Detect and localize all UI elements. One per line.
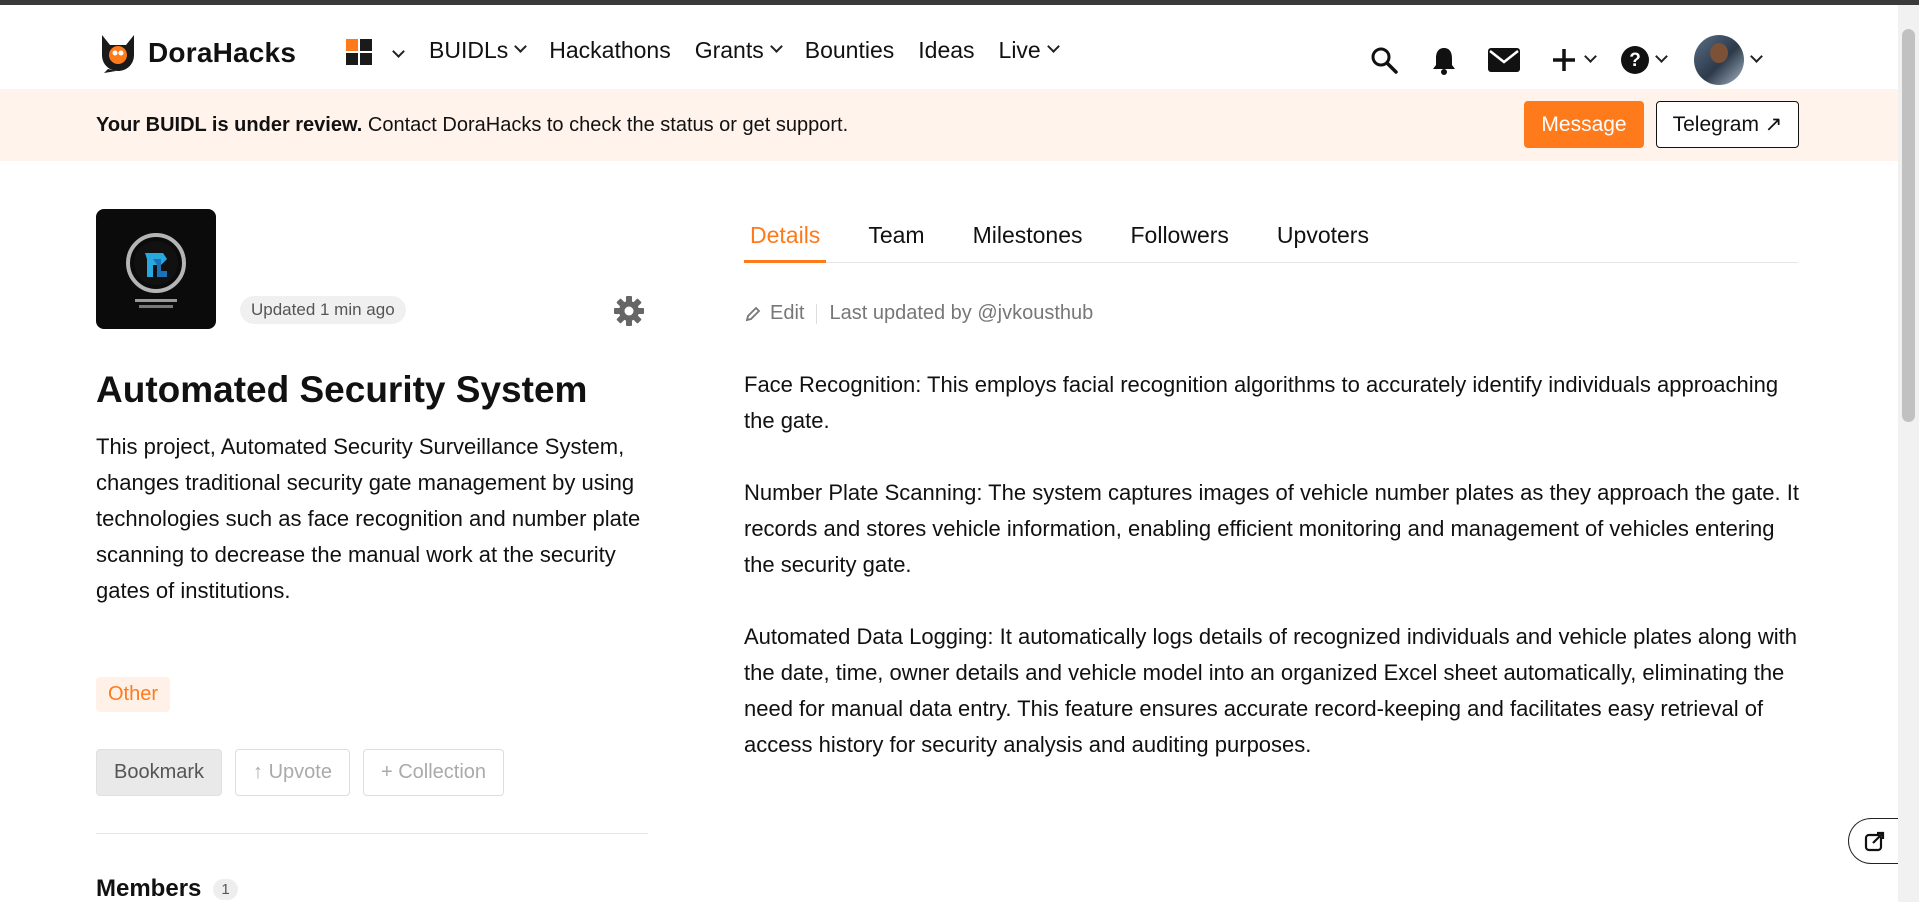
- svg-text:?: ?: [1629, 50, 1641, 71]
- main-nav: BUIDLs Hackathons Grants Bounties Ideas …: [429, 37, 1082, 64]
- chevron-down-icon[interactable]: [1584, 49, 1597, 63]
- nav-bounties[interactable]: Bounties: [805, 37, 895, 64]
- apps-grid-icon[interactable]: [346, 39, 372, 65]
- chevron-down-icon: [1046, 40, 1060, 53]
- chevron-down-icon[interactable]: [1750, 49, 1763, 63]
- owl-logo-icon: [102, 35, 134, 73]
- banner-bold-text: Your BUIDL is under review.: [96, 114, 363, 136]
- project-sidebar: Updated 1 min ago Automated Security Sys…: [96, 209, 648, 902]
- details-content: Face Recognition: This employs facial re…: [744, 367, 1804, 799]
- dorahacks-logo[interactable]: DoraHacks: [96, 31, 296, 75]
- project-tabs: Details Team Milestones Followers Upvote…: [744, 222, 1798, 263]
- members-label: Members: [96, 875, 202, 902]
- gear-icon[interactable]: [612, 294, 646, 333]
- chevron-down-icon: [769, 40, 783, 53]
- detail-paragraph: Number Plate Scanning: The system captur…: [744, 480, 1799, 577]
- tab-team[interactable]: Team: [862, 222, 930, 262]
- header-actions: ?: [1368, 35, 1763, 85]
- nav-grants[interactable]: Grants: [695, 37, 783, 64]
- review-banner: Your BUIDL is under review. Contact Dora…: [0, 89, 1898, 161]
- mail-icon[interactable]: [1488, 44, 1520, 76]
- bookmark-button[interactable]: Bookmark: [96, 749, 223, 796]
- section-divider: [96, 833, 648, 834]
- help-icon[interactable]: ?: [1619, 44, 1651, 76]
- tab-followers[interactable]: Followers: [1125, 222, 1235, 262]
- updated-badge: Updated 1 min ago: [240, 296, 406, 324]
- detail-paragraph: Automated Data Logging: It automatically…: [744, 624, 1797, 757]
- nav-live[interactable]: Live: [999, 37, 1060, 64]
- telegram-button[interactable]: Telegram ↗: [1656, 101, 1799, 148]
- pencil-icon: [745, 306, 761, 321]
- avatar[interactable]: [1694, 35, 1744, 85]
- detail-paragraph: Face Recognition: This employs facial re…: [744, 372, 1779, 433]
- members-heading: Members 1: [96, 875, 238, 903]
- plus-icon[interactable]: [1548, 44, 1580, 76]
- last-updated-text: Last updated by @jvkousthub: [829, 302, 1094, 324]
- page-scrollbar[interactable]: [1898, 5, 1919, 902]
- nav-buidls[interactable]: BUIDLs: [429, 37, 528, 64]
- add-collection-button[interactable]: + Collection: [362, 749, 505, 796]
- category-tag[interactable]: Other: [96, 677, 171, 712]
- top-nav-bar: DoraHacks BUIDLs Hackathons Grants Bount…: [0, 5, 1898, 89]
- members-count-badge: 1: [213, 878, 238, 900]
- nav-ideas[interactable]: Ideas: [918, 37, 974, 64]
- chevron-down-icon[interactable]: [392, 45, 405, 58]
- upvote-button[interactable]: ↑ Upvote: [235, 749, 350, 796]
- brand-name: DoraHacks: [148, 37, 297, 68]
- edit-row: Edit Last updated by @jvkousthub: [744, 302, 1093, 325]
- tab-details[interactable]: Details: [744, 222, 827, 263]
- bell-icon[interactable]: [1428, 44, 1460, 76]
- message-button[interactable]: Message: [1524, 101, 1644, 148]
- project-logo: [96, 209, 216, 329]
- search-icon[interactable]: [1368, 44, 1400, 76]
- nav-hackathons[interactable]: Hackathons: [549, 37, 670, 64]
- edit-label: Edit: [770, 302, 805, 324]
- scrollbar-thumb[interactable]: [1902, 29, 1915, 422]
- project-actions: Bookmark ↑ Upvote + Collection: [96, 749, 505, 796]
- chevron-down-icon: [514, 40, 528, 53]
- separator: [816, 303, 818, 324]
- project-title: Automated Security System: [96, 369, 588, 410]
- edit-button[interactable]: Edit: [744, 302, 804, 325]
- tab-milestones[interactable]: Milestones: [967, 222, 1089, 262]
- share-icon: [1864, 831, 1885, 852]
- chevron-down-icon[interactable]: [1655, 49, 1668, 63]
- banner-text: Contact DoraHacks to check the status or…: [362, 114, 849, 136]
- project-emblem-icon: [126, 233, 186, 308]
- project-description: This project, Automated Security Surveil…: [96, 434, 641, 603]
- banner-message: Your BUIDL is under review. Contact Dora…: [96, 114, 848, 137]
- tab-upvoters[interactable]: Upvoters: [1271, 222, 1375, 262]
